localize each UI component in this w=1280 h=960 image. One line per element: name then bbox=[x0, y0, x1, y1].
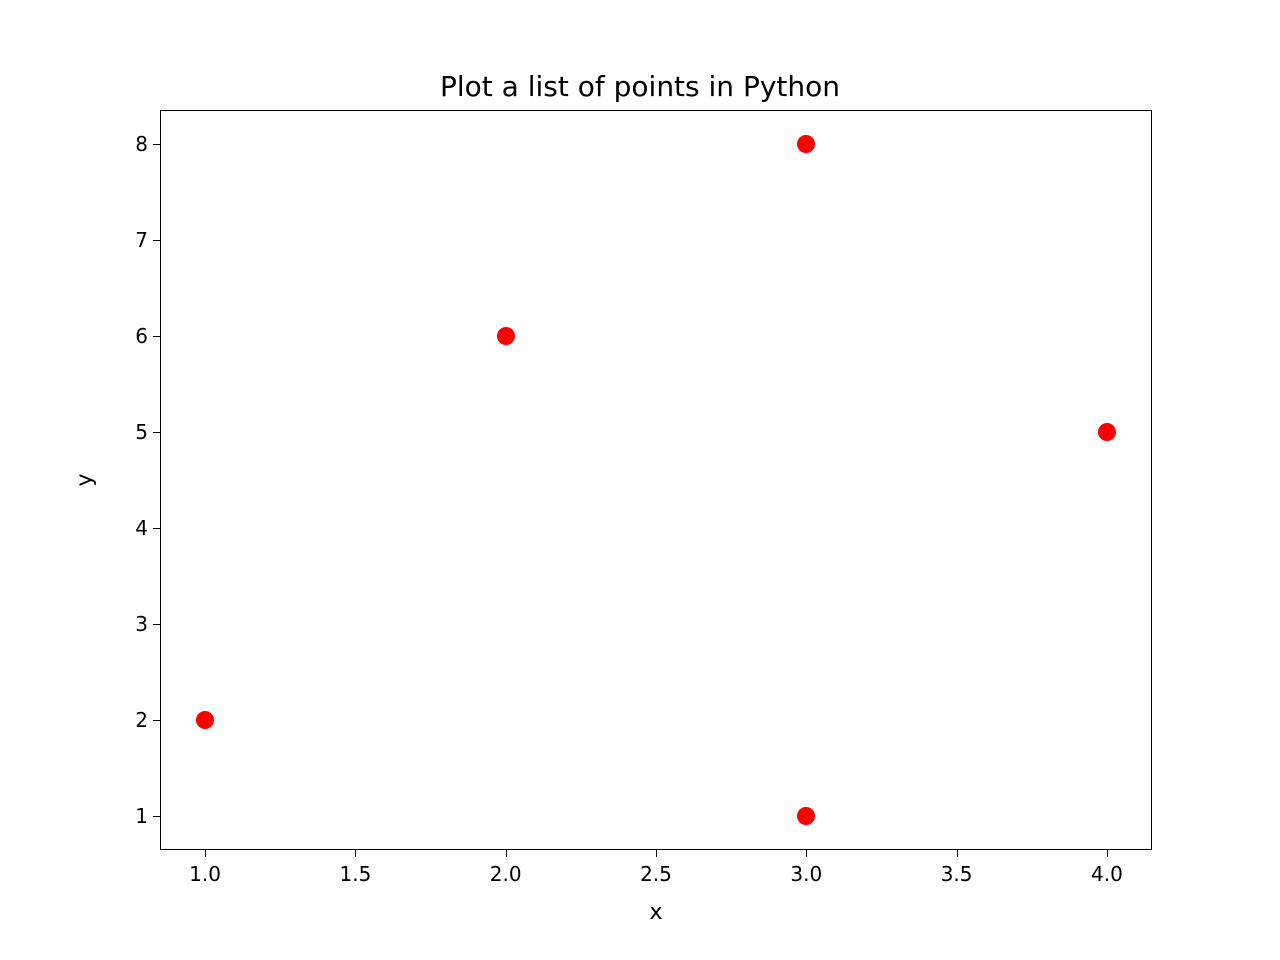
y-tick-label: 1 bbox=[128, 804, 148, 828]
x-tick-mark bbox=[806, 850, 807, 857]
y-tick-label: 4 bbox=[128, 516, 148, 540]
x-tick-mark bbox=[205, 850, 206, 857]
y-tick-mark bbox=[153, 144, 160, 145]
y-tick-label: 6 bbox=[128, 324, 148, 348]
y-tick-mark bbox=[153, 336, 160, 337]
x-tick-mark bbox=[957, 850, 958, 857]
x-tick-label: 1.0 bbox=[189, 862, 221, 886]
data-point bbox=[797, 135, 815, 153]
y-tick-mark bbox=[153, 816, 160, 817]
x-tick-mark bbox=[355, 850, 356, 857]
y-tick-mark bbox=[153, 432, 160, 433]
figure: Plot a list of points in Python x y 1.0 1… bbox=[0, 0, 1280, 960]
x-tick-mark bbox=[506, 850, 507, 857]
plot-axes bbox=[160, 110, 1152, 850]
data-point bbox=[196, 711, 214, 729]
x-tick-label: 1.5 bbox=[339, 862, 371, 886]
data-point bbox=[497, 327, 515, 345]
x-tick-label: 3.5 bbox=[941, 862, 973, 886]
data-point bbox=[1098, 423, 1116, 441]
x-tick-label: 2.0 bbox=[490, 862, 522, 886]
y-tick-mark bbox=[153, 240, 160, 241]
x-tick-mark bbox=[1107, 850, 1108, 857]
x-tick-label: 3.0 bbox=[790, 862, 822, 886]
y-tick-label: 3 bbox=[128, 612, 148, 636]
x-tick-label: 4.0 bbox=[1091, 862, 1123, 886]
y-tick-label: 5 bbox=[128, 420, 148, 444]
x-tick-mark bbox=[656, 850, 657, 857]
chart-title: Plot a list of points in Python bbox=[0, 70, 1280, 103]
y-tick-label: 7 bbox=[128, 228, 148, 252]
y-tick-label: 2 bbox=[128, 708, 148, 732]
y-tick-mark bbox=[153, 624, 160, 625]
data-point bbox=[797, 807, 815, 825]
x-tick-label: 2.5 bbox=[640, 862, 672, 886]
y-tick-mark bbox=[153, 720, 160, 721]
y-axis-label: y bbox=[73, 473, 98, 486]
y-tick-mark bbox=[153, 528, 160, 529]
y-tick-label: 8 bbox=[128, 132, 148, 156]
x-axis-label: x bbox=[160, 900, 1152, 925]
